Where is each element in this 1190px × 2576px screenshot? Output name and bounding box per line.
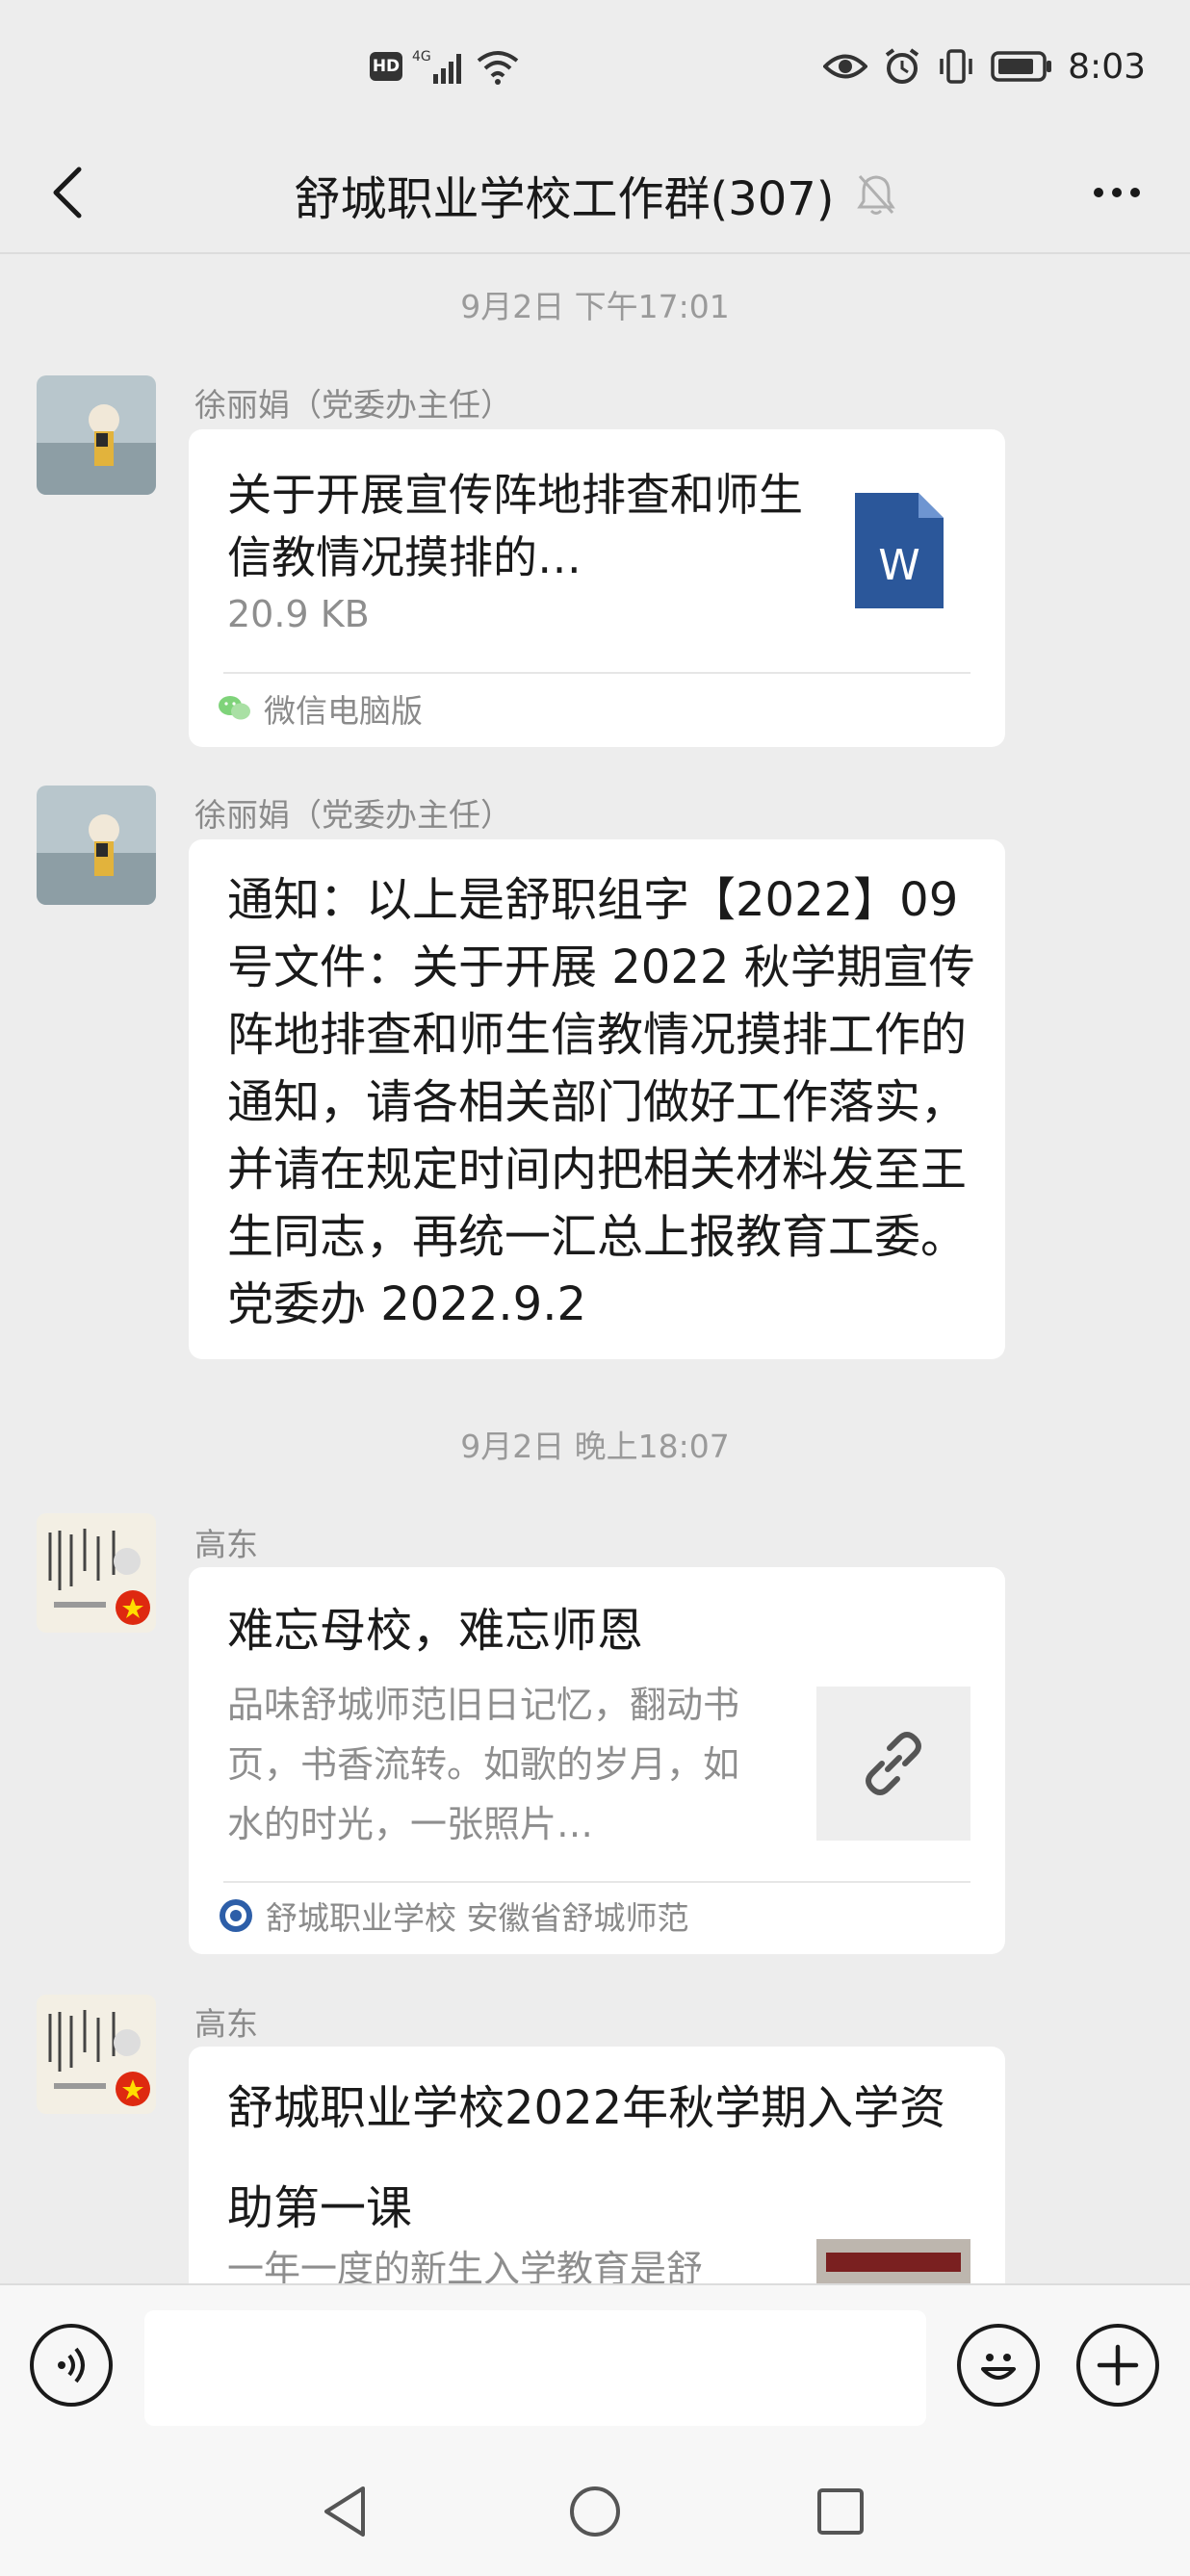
alarm-icon [885,48,919,84]
circle-home-icon [570,2486,620,2537]
source-row: 微信电脑版 [218,685,423,732]
avatar[interactable] [37,1995,156,2114]
chevron-left-icon [53,167,82,219]
avatar-photo [37,786,156,905]
nav-back-button[interactable] [302,2468,389,2555]
battery-icon [991,51,1052,82]
input-bar [0,2283,1190,2445]
svg-text:4G: 4G [412,49,431,64]
dot [1094,188,1103,197]
smile-icon [981,2354,1016,2380]
voice-icon [58,2347,85,2383]
source-label: 舒城职业学校 安徽省舒城师范 [266,1899,689,1937]
square-recents-icon [817,2488,864,2535]
link-message[interactable]: 舒城职业学校2022年秋学期入学资助第一课 一年一度的新生入学教育是舒 [189,2047,1005,2283]
link-thumbnail [816,2239,970,2283]
link-title: 舒城职业学校2022年秋学期入学资助第一课 [227,2081,946,2235]
signal-icon: 4G [412,49,461,84]
message-text: 通知：以上是舒职组字【2022】09 号文件：关于开展 2022 秋学期宣传阵地… [227,873,975,1331]
status-left: HD 4G [370,42,520,90]
word-doc-icon: W [855,493,944,608]
avatar[interactable] [37,375,156,495]
status-right: 8:03 [823,42,1146,90]
thumbnail-image [816,2239,970,2283]
more-button[interactable] [1078,154,1155,231]
title-inner: 舒城职业学校工作群(307) [294,161,895,228]
plus-button[interactable] [1076,2324,1159,2407]
file-message[interactable]: 关于开展宣传阵地排查和师生信教情况摸排的… 20.9 KB W 微信电脑版 [189,429,1005,747]
link-icon [866,1732,921,1795]
dot [1112,188,1122,197]
word-doc-letter: W [878,541,920,590]
divider [223,672,970,674]
sender-name: 徐丽娟（党委办主任） [194,796,512,834]
file-title: 关于开展宣传阵地排查和师生信教情况摸排的… [227,469,803,583]
wechat-icon [219,696,250,720]
back-button[interactable] [29,154,106,231]
nav-home-button[interactable] [552,2468,638,2555]
file-size: 20.9 KB [227,593,370,635]
avatar-calligraphy [37,1513,156,1633]
text-message[interactable]: 通知：以上是舒职组字【2022】09 号文件：关于开展 2022 秋学期宣传阵地… [189,839,1005,1359]
emoji-button[interactable] [957,2324,1040,2407]
title-bar: 舒城职业学校工作群(307) [0,135,1190,254]
triangle-back-icon [324,2486,365,2537]
school-logo-icon [220,1899,252,1932]
divider [223,1881,970,1883]
source-row: 舒城职业学校 安徽省舒城师范 [218,1893,689,1939]
avatar-calligraphy [37,1995,156,2114]
message-input[interactable] [144,2310,926,2426]
title-wrap: 舒城职业学校工作群(307) [0,135,1190,254]
vibrate-icon [940,49,972,84]
chat-title: 舒城职业学校工作群(307) [294,172,835,226]
link-thumbnail [816,1687,970,1841]
avatar-photo [37,375,156,495]
timestamp: 9月2日 下午17:01 [460,288,730,325]
clock: 8:03 [1068,46,1146,87]
chat-area[interactable]: 9月2日 下午17:01 徐丽娟（党委办主任） 关于开展宣传阵地排查和师生信教情… [0,256,1190,2283]
status-bar: HD 4G 8:03 [0,0,1190,135]
timestamp: 9月2日 晚上18:07 [460,1428,730,1465]
sender-name: 高东 [194,2005,258,2043]
mute-bell-icon [856,174,895,215]
dot [1130,188,1140,197]
system-nav-bar [0,2445,1190,2576]
link-description: 一年一度的新生入学教育是舒 [227,2248,704,2283]
source-label: 微信电脑版 [264,692,423,730]
avatar[interactable] [37,1513,156,1633]
plus-icon [1097,2344,1139,2386]
sender-name: 高东 [194,1526,258,1563]
link-description: 品味舒城师范旧日记忆，翻动书页，书香流转。如歌的岁月，如水的时光，一张照片… [227,1684,740,1845]
eye-icon [823,54,868,79]
link-title: 难忘母校，难忘师恩 [227,1604,644,1658]
avatar[interactable] [37,786,156,905]
wifi-icon [477,51,519,85]
link-message[interactable]: 难忘母校，难忘师恩 品味舒城师范旧日记忆，翻动书页，书香流转。如歌的岁月，如水的… [189,1567,1005,1954]
hd-badge: HD [370,52,402,81]
sender-name: 徐丽娟（党委办主任） [194,386,512,424]
nav-recents-button[interactable] [797,2468,884,2555]
voice-button[interactable] [30,2324,113,2407]
